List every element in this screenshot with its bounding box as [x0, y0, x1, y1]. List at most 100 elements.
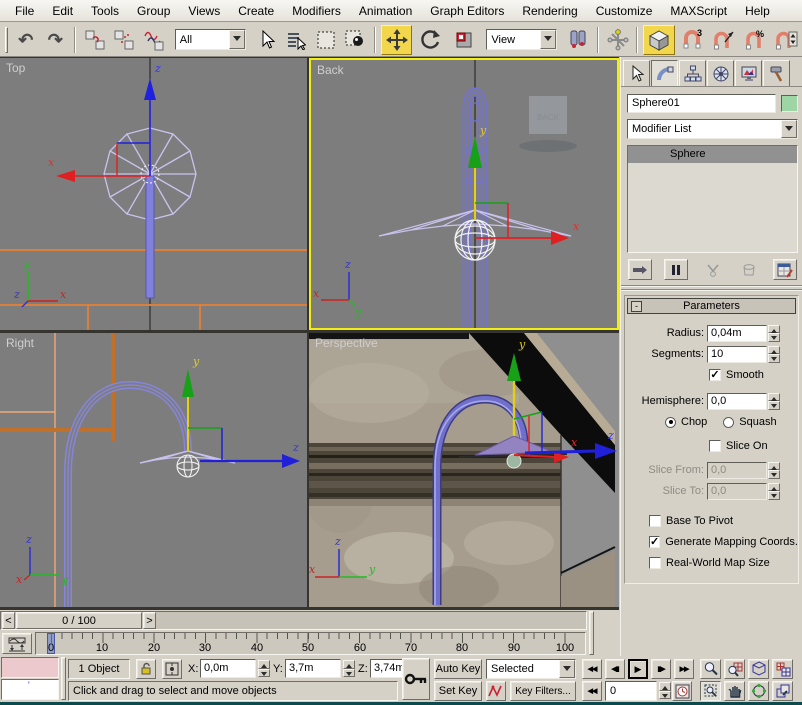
tab-hierarchy[interactable]: [679, 60, 706, 86]
menu-group[interactable]: Group: [128, 1, 179, 21]
next-frame-button[interactable]: ▮▶: [651, 659, 671, 679]
open-mini-curve-editor-button[interactable]: [2, 633, 32, 654]
make-unique-button[interactable]: [701, 259, 725, 280]
hemisphere-field[interactable]: 0,0: [707, 393, 767, 410]
menu-edit[interactable]: Edit: [43, 1, 82, 21]
undo-button[interactable]: ↶: [12, 26, 40, 54]
viewport-top-canvas[interactable]: x z y x z: [0, 58, 307, 330]
absolute-offset-toggle-button[interactable]: [162, 659, 182, 679]
key-mode-toggle-button[interactable]: ◀◀: [582, 681, 602, 701]
modifier-list-dropdown[interactable]: Modifier List: [627, 119, 798, 139]
menu-rendering[interactable]: Rendering: [513, 1, 586, 21]
viewport-right[interactable]: y z z x y Right: [0, 333, 307, 607]
set-key-button[interactable]: Set Key: [434, 681, 482, 701]
set-keys-button[interactable]: [402, 658, 430, 700]
hemisphere-spinner[interactable]: [768, 393, 780, 410]
viewport-perspective[interactable]: y x z z x y Perspective: [309, 333, 619, 607]
spinner-snap-button[interactable]: [771, 26, 801, 54]
use-pivot-point-button[interactable]: [564, 26, 592, 54]
select-and-manipulate-button[interactable]: [604, 26, 632, 54]
time-slider-next-button[interactable]: >: [143, 612, 156, 629]
angle-snap-button[interactable]: [708, 26, 738, 54]
menu-customize[interactable]: Customize: [587, 1, 662, 21]
time-configuration-button[interactable]: [672, 681, 692, 701]
select-by-name-button[interactable]: [282, 26, 310, 54]
configure-modifier-sets-button[interactable]: [773, 259, 797, 280]
selection-set-dropdown[interactable]: Selected: [486, 659, 576, 679]
viewport-top[interactable]: x z y x z Top: [0, 58, 307, 330]
time-slider-handle[interactable]: 0 / 100: [16, 612, 142, 629]
select-and-move-button[interactable]: [381, 25, 413, 55]
go-to-end-button[interactable]: ▶▶: [674, 659, 694, 679]
y-coord-field[interactable]: 3,7m: [285, 659, 341, 678]
menu-maxscript[interactable]: MAXScript: [661, 1, 736, 21]
min-max-toggle-button[interactable]: [772, 681, 793, 701]
selection-lock-button[interactable]: [136, 659, 156, 679]
bind-to-space-warp-button[interactable]: [140, 26, 168, 54]
radius-spinner[interactable]: [768, 325, 780, 342]
modifier-stack[interactable]: Sphere: [627, 145, 798, 253]
tab-modify[interactable]: [651, 60, 678, 86]
zoom-all-button[interactable]: [724, 659, 745, 679]
menu-modifiers[interactable]: Modifiers: [283, 1, 350, 21]
segments-field[interactable]: 10: [707, 346, 767, 363]
segments-spinner[interactable]: [768, 346, 780, 363]
menu-animation[interactable]: Animation: [350, 1, 421, 21]
select-and-scale-button[interactable]: [448, 25, 480, 55]
zoom-button[interactable]: [700, 659, 721, 679]
menu-tools[interactable]: Tools: [82, 1, 128, 21]
show-end-result-button[interactable]: [664, 259, 688, 280]
percent-snap-button[interactable]: %: [740, 26, 770, 54]
menu-graph-editors[interactable]: Graph Editors: [421, 1, 513, 21]
modifier-stack-item-sphere[interactable]: Sphere: [628, 146, 797, 163]
key-filters-button[interactable]: Key Filters...: [510, 681, 576, 701]
base-to-pivot-checkbox[interactable]: [649, 515, 661, 527]
squash-radio[interactable]: [723, 417, 734, 428]
select-and-link-button[interactable]: [81, 26, 109, 54]
object-name-field[interactable]: Sphere01: [627, 94, 776, 113]
maxscript-mini-listener[interactable]: ': [1, 679, 59, 700]
snaps-toggle-button[interactable]: [643, 25, 675, 55]
y-coord-spinner[interactable]: [343, 660, 355, 677]
chop-radio[interactable]: [665, 417, 676, 428]
maxscript-mini-listener-macro[interactable]: [1, 657, 59, 678]
x-coord-spinner[interactable]: [258, 660, 270, 677]
remove-modifier-button[interactable]: [737, 259, 761, 280]
real-world-map-size-checkbox[interactable]: [649, 557, 661, 569]
viewport-perspective-canvas[interactable]: y x z z x y: [309, 333, 619, 607]
menu-views[interactable]: Views: [179, 1, 229, 21]
tab-utilities[interactable]: [763, 60, 790, 86]
select-object-button[interactable]: [253, 26, 281, 54]
selection-filter-dropdown[interactable]: All: [175, 29, 246, 50]
menu-create[interactable]: Create: [229, 1, 283, 21]
auto-key-button[interactable]: Auto Key: [434, 659, 482, 679]
unlink-selection-button[interactable]: [111, 26, 139, 54]
zoom-extents-all-button[interactable]: [772, 659, 793, 679]
snaps-toggle-3-button[interactable]: 3: [677, 26, 707, 54]
previous-frame-button[interactable]: ◀▮: [605, 659, 625, 679]
play-button[interactable]: ▶: [628, 659, 648, 679]
x-coord-field[interactable]: 0,0m: [200, 659, 256, 678]
frame-spinner[interactable]: [659, 682, 671, 699]
current-frame-field[interactable]: 0: [605, 681, 657, 701]
time-slider-prev-button[interactable]: <: [2, 612, 15, 629]
rectangular-selection-region-button[interactable]: [312, 26, 340, 54]
toolbar-grip[interactable]: [5, 27, 8, 53]
pin-stack-button[interactable]: [628, 259, 652, 280]
smooth-checkbox[interactable]: ✓: [709, 369, 721, 381]
select-and-rotate-button[interactable]: [414, 25, 446, 55]
zoom-extents-button[interactable]: [748, 659, 769, 679]
object-color-swatch[interactable]: [781, 95, 798, 112]
viewport-back-canvas[interactable]: BACK: [311, 60, 617, 328]
tab-motion[interactable]: [707, 60, 734, 86]
reference-coordinate-dropdown[interactable]: View: [486, 29, 557, 50]
zoom-region-button[interactable]: [700, 681, 721, 701]
viewport-right-canvas[interactable]: y z z x y: [0, 333, 307, 607]
radius-field[interactable]: 0,04m: [707, 325, 767, 342]
go-to-start-button[interactable]: ◀◀: [582, 659, 602, 679]
arc-rotate-button[interactable]: [748, 681, 769, 701]
menu-file[interactable]: File: [6, 1, 43, 21]
listener-splitter[interactable]: [61, 657, 66, 700]
generate-mapping-coords-checkbox[interactable]: ✓: [649, 536, 660, 548]
window-crossing-button[interactable]: [341, 26, 369, 54]
